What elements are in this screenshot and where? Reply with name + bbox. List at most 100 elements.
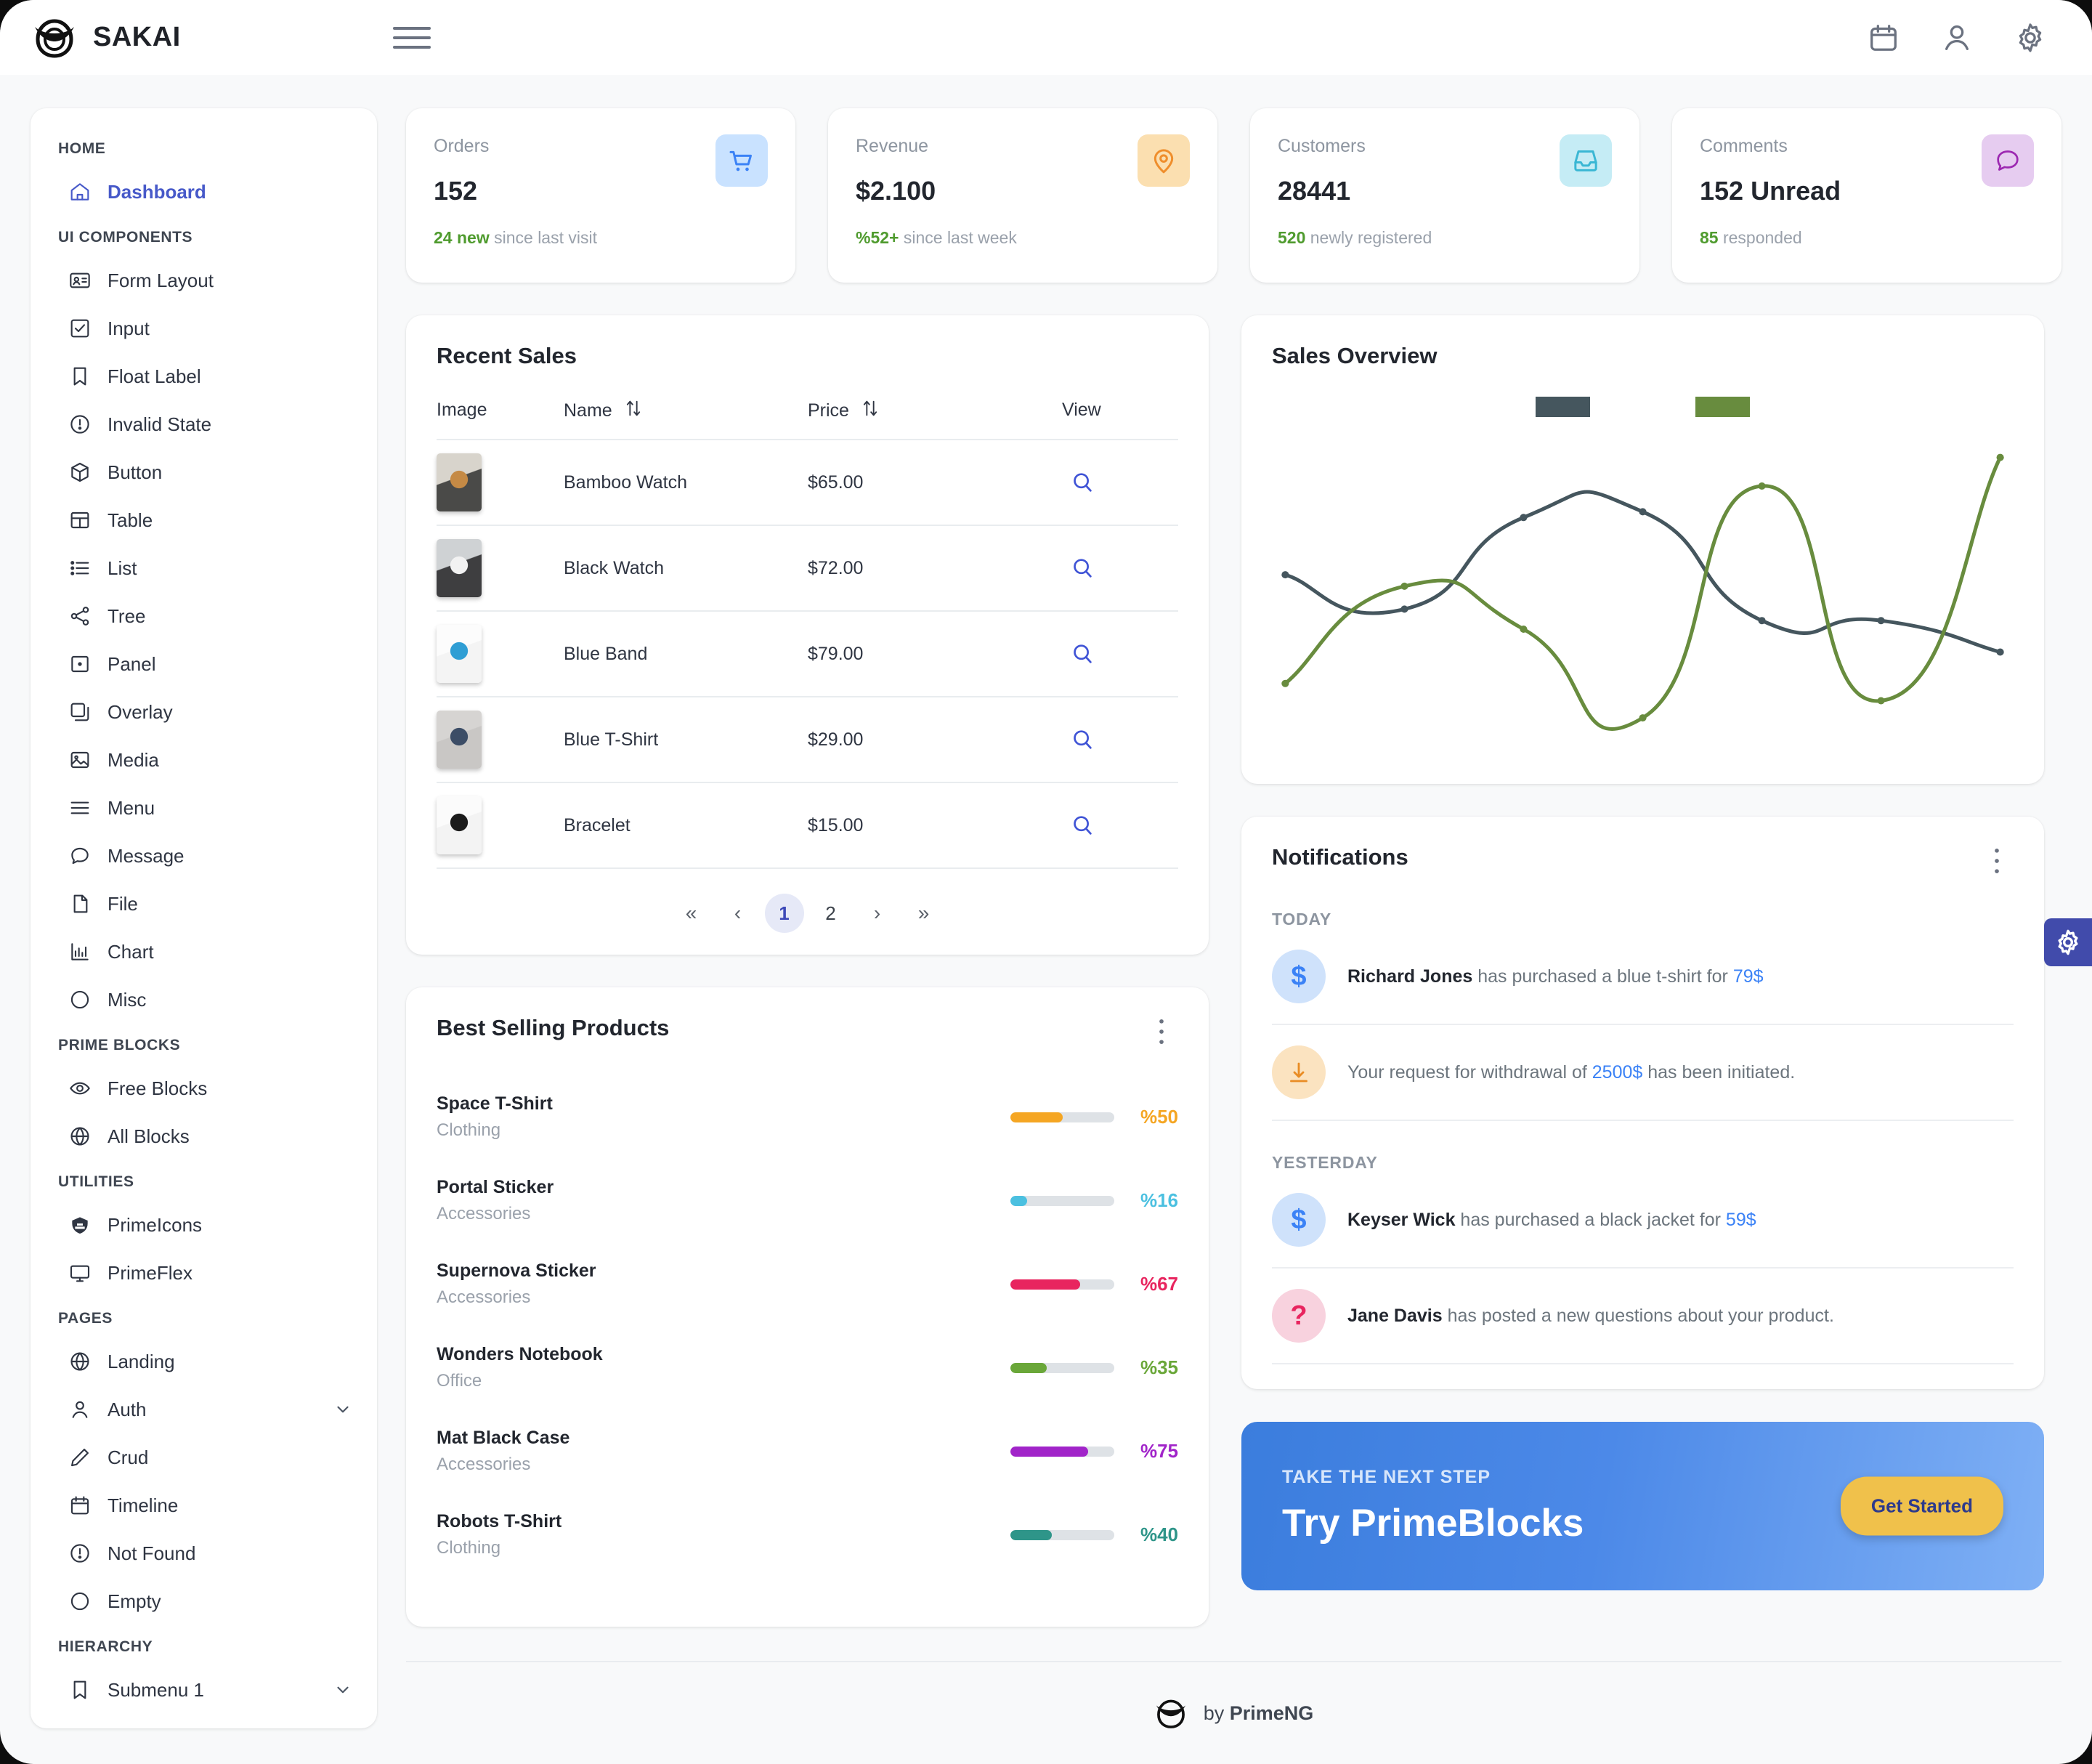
- config-panel-button[interactable]: [2044, 918, 2092, 966]
- table-row: Black Watch $72.00: [437, 525, 1178, 612]
- best-selling-title: Best Selling Products: [437, 1015, 670, 1040]
- column-header-price-label: Price: [808, 400, 849, 421]
- pagination-last[interactable]: »: [904, 894, 944, 933]
- sidebar-item-menu[interactable]: Menu: [41, 784, 367, 832]
- sidebar-item-submenu-2[interactable]: Submenu 2: [41, 1714, 367, 1729]
- sidebar-item-timeline[interactable]: Timeline: [41, 1481, 367, 1529]
- sidebar-item-input[interactable]: Input: [41, 304, 367, 352]
- sidebar-item-label: Landing: [108, 1350, 175, 1372]
- footer: by PrimeNG: [406, 1661, 2061, 1764]
- gear-icon[interactable]: [2014, 21, 2047, 54]
- hamburger-icon[interactable]: [393, 19, 431, 57]
- cell-view: [1062, 611, 1178, 697]
- sidebar-item-form-layout[interactable]: Form Layout: [41, 256, 367, 304]
- sidebar-item-dashboard[interactable]: Dashboard: [41, 168, 367, 216]
- sort-icon[interactable]: [625, 398, 642, 418]
- sidebar-item-not-found[interactable]: Not Found: [41, 1529, 367, 1577]
- column-header-name[interactable]: Name: [564, 398, 808, 440]
- sidebar-item-tree[interactable]: Tree: [41, 592, 367, 640]
- comment-icon: [1982, 134, 2034, 187]
- sidebar-item-all-blocks[interactable]: All Blocks: [41, 1112, 367, 1160]
- chevron-down-icon[interactable]: [333, 1680, 352, 1699]
- sidebar-item-free-blocks[interactable]: Free Blocks: [41, 1064, 367, 1112]
- sidebar-item-label: All Blocks: [108, 1125, 190, 1147]
- sidebar-section-title: HIERARCHY: [58, 1638, 153, 1655]
- sort-icon[interactable]: [861, 398, 879, 418]
- notification-item[interactable]: ? Jane Davis has posted a new questions a…: [1272, 1269, 2014, 1364]
- sidebar-item-auth[interactable]: Auth: [41, 1385, 367, 1433]
- footer-text: by PrimeNG: [1204, 1702, 1314, 1725]
- sidebar-item-media[interactable]: Media: [41, 736, 367, 784]
- legend-swatch-2[interactable]: [1695, 397, 1750, 417]
- get-started-button[interactable]: Get Started: [1840, 1476, 2003, 1536]
- notification-group-label: TODAY: [1272, 910, 1331, 928]
- sidebar-item-crud[interactable]: Crud: [41, 1433, 367, 1481]
- sidebar-item-empty[interactable]: Empty: [41, 1577, 367, 1625]
- chart-point: [1281, 571, 1289, 579]
- sidebar-item-label: Table: [108, 509, 153, 531]
- sidebar-item-landing[interactable]: Landing: [41, 1338, 367, 1385]
- sidebar-item-chart[interactable]: Chart: [41, 928, 367, 976]
- sidebar-item-label: Timeline: [108, 1494, 179, 1516]
- view-product-button[interactable]: [1062, 719, 1103, 760]
- sidebar-item-list[interactable]: List: [41, 544, 367, 592]
- product-thumbnail: [437, 539, 482, 597]
- view-product-button[interactable]: [1062, 805, 1103, 846]
- footer-prefix: by: [1203, 1702, 1225, 1724]
- pagination-next[interactable]: ›: [858, 894, 897, 933]
- sidebar-item-primeicons[interactable]: PrimeIcons: [41, 1201, 367, 1249]
- notification-item[interactable]: $ Richard Jones has purchased a blue t-sh…: [1272, 929, 2014, 1025]
- cell-name: Bracelet: [564, 782, 808, 869]
- product-category: Accessories: [437, 1204, 531, 1223]
- user-icon[interactable]: [1940, 21, 1974, 54]
- progress-bar: [1010, 1446, 1114, 1457]
- sidebar-item-overlay[interactable]: Overlay: [41, 688, 367, 736]
- stat-subtext: %52+ since last week: [856, 228, 1017, 248]
- ellipsis-vertical-icon[interactable]: [1145, 1015, 1178, 1048]
- column-header-name-label: Name: [564, 400, 612, 421]
- stat-highlight: 520: [1278, 228, 1306, 247]
- recent-sales-table: Image Name Price View Bamboo Watch $65.0…: [437, 398, 1178, 869]
- sidebar-item-misc[interactable]: Misc: [41, 976, 367, 1024]
- globe-icon: [68, 1350, 92, 1373]
- ellipsis-vertical-icon[interactable]: [1980, 844, 2014, 878]
- pagination-page-2[interactable]: 2: [811, 894, 851, 933]
- cell-view: [1062, 697, 1178, 783]
- product-category: Clothing: [437, 1538, 501, 1558]
- sidebar-item-submenu-1[interactable]: Submenu 1: [41, 1666, 367, 1714]
- sidebar-item-button[interactable]: Button: [41, 448, 367, 496]
- sidebar-item-float-label[interactable]: Float Label: [41, 352, 367, 400]
- table-row: Bracelet $15.00: [437, 782, 1178, 869]
- sidebar-item-label: Tree: [108, 604, 146, 627]
- sidebar-item-primeflex[interactable]: PrimeFlex: [41, 1249, 367, 1297]
- notification-item[interactable]: Your request for withdrawal of 2500$ has…: [1272, 1025, 2014, 1121]
- pagination-prev[interactable]: ‹: [718, 894, 758, 933]
- progress-percent: %75: [1140, 1440, 1178, 1462]
- calendar-icon[interactable]: [1867, 21, 1900, 54]
- brand[interactable]: SAKAI: [32, 17, 393, 59]
- cell-image: [437, 440, 564, 526]
- chart-point: [1996, 648, 2004, 656]
- sidebar-section-title: PRIME BLOCKS: [58, 1037, 181, 1053]
- sidebar-item-message[interactable]: Message: [41, 832, 367, 880]
- pagination-first[interactable]: «: [672, 894, 711, 933]
- box-icon: [68, 461, 92, 484]
- stat-subtext-rest: since last week: [899, 228, 1017, 247]
- cell-view: [1062, 525, 1178, 612]
- view-product-button[interactable]: [1062, 548, 1103, 588]
- pagination-page-1[interactable]: 1: [764, 894, 804, 933]
- column-header-price[interactable]: Price: [808, 398, 1062, 440]
- sidebar-item-panel[interactable]: Panel: [41, 640, 367, 688]
- view-product-button[interactable]: [1062, 634, 1103, 674]
- stat-subtext-rest: since last visit: [489, 228, 597, 247]
- legend-swatch-1[interactable]: [1536, 397, 1590, 417]
- sidebar-item-table[interactable]: Table: [41, 496, 367, 544]
- notification-item[interactable]: $ Keyser Wick has purchased a black jacke…: [1272, 1173, 2014, 1269]
- shopping-cart-icon: [715, 134, 768, 187]
- view-product-button[interactable]: [1062, 462, 1103, 503]
- sidebar-item-invalid-state[interactable]: Invalid State: [41, 400, 367, 448]
- stat-highlight: 24 new: [434, 228, 490, 247]
- chevron-down-icon[interactable]: [333, 1400, 352, 1419]
- sidebar-item-file[interactable]: File: [41, 880, 367, 928]
- pencil-icon: [68, 1446, 92, 1469]
